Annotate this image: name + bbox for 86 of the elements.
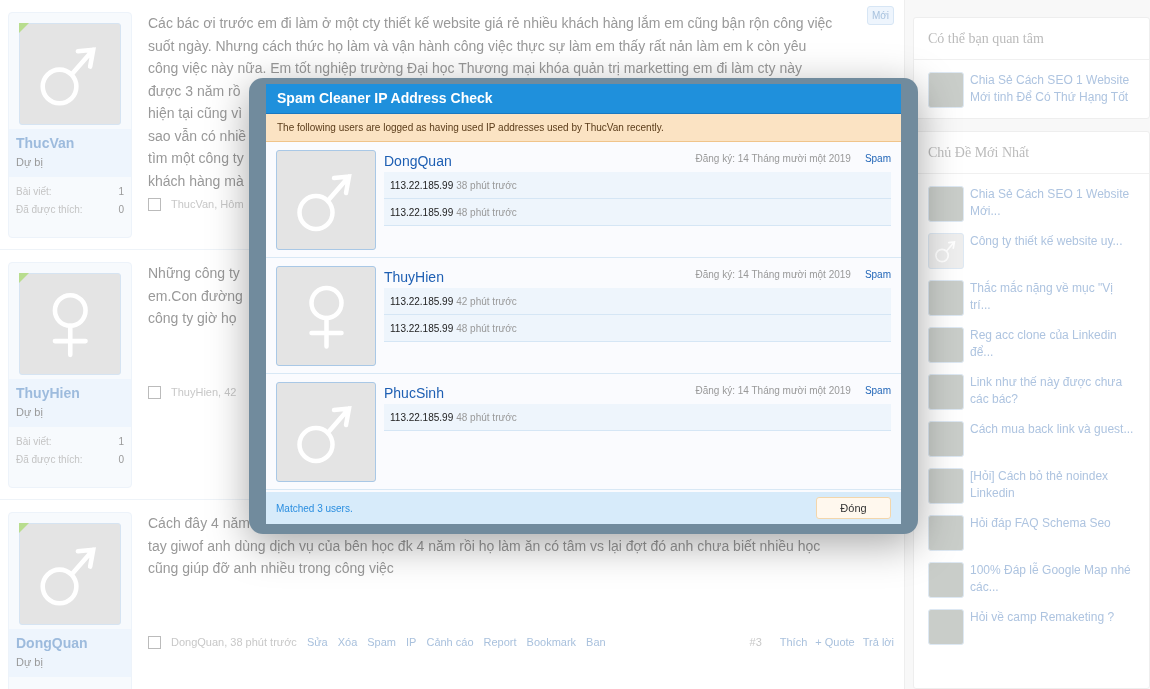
select-checkbox[interactable]: [148, 197, 161, 211]
ip-time: 42 phút trước: [456, 294, 517, 309]
username[interactable]: ThucVan: [16, 133, 124, 154]
post-text-line: Các bác ơi trước em đi làm ở một cty thiết kế website giá rẻ nhiều khách hàng lắm em cũng bận rộn công việc: [148, 14, 833, 33]
ip-time: 48 phút trước: [456, 205, 517, 220]
photo-placeholder: [928, 280, 964, 316]
topic-link[interactable]: Công ty thiết kế website uy...: [970, 233, 1123, 250]
stat-value: 0: [118, 452, 124, 467]
select-checkbox[interactable]: [148, 385, 161, 399]
spam-link[interactable]: Spam: [864, 267, 891, 282]
select-checkbox[interactable]: [148, 635, 161, 649]
post-action-link[interactable]: Cảnh cáo: [426, 634, 474, 651]
spam-link[interactable]: Spam: [864, 151, 891, 166]
post-text-line: suốt ngày. Nhưng cách thức họ làm và vận hành công việc thực sự làm em thấy rất nản làm em k còn yêu: [148, 36, 807, 56]
stat-value: 0: [118, 202, 124, 217]
post-text-line: Cách đây 4 năm: [148, 514, 250, 533]
new-badge: Mới: [866, 6, 894, 25]
post-text-line: tay giwof anh dùng dịch vụ của bên học đk 4 năm rồi họ làm ăn có tâm vs lại đợt đó anh chưa biết nhiều học: [148, 536, 821, 556]
post-text-line: được 3 năm rồ: [148, 81, 241, 101]
close-button[interactable]: Đóng: [816, 497, 891, 519]
ip-address: 113.22.185.99: [390, 205, 454, 220]
topic-link[interactable]: Reg acc clone của Linkedin để...: [970, 327, 1135, 361]
post-action-link[interactable]: Report: [483, 634, 517, 651]
ip-time: 48 phút trước: [456, 410, 517, 425]
topic-link[interactable]: Cách mua back link và guest...: [970, 421, 1134, 438]
ip-address: 113.22.185.99: [390, 410, 454, 425]
post-action-link[interactable]: Ban: [586, 634, 606, 651]
post-action-link[interactable]: Xóa: [337, 634, 358, 651]
dialog-notice: The following users are logged as having used IP addresses used by ThucVan recently.: [266, 114, 901, 142]
match-count: Matched 3 users.: [276, 501, 353, 516]
post-text-line: cũng giúp đỡ anh nhiều trong công việc: [148, 559, 394, 578]
user-link[interactable]: ThuyHien: [384, 267, 444, 288]
registration-date: Đăng ký: 14 Tháng mười một 2019: [695, 384, 851, 398]
post-action-link[interactable]: + Quote: [815, 634, 855, 651]
post-text-line: Những công ty: [148, 264, 240, 283]
user-rank: Dự bị: [16, 405, 44, 420]
spam-link[interactable]: Spam: [864, 383, 891, 398]
dialog-title: Spam Cleaner IP Address Check: [266, 84, 901, 114]
post-action-link[interactable]: Bookmark: [526, 634, 577, 651]
post-action-link[interactable]: Sửa: [306, 634, 328, 651]
ip-time: 48 phút trước: [456, 321, 517, 336]
post-text-line: khách hàng mà: [148, 171, 244, 191]
ip-address: 113.22.185.99: [390, 178, 454, 193]
stat-value: 1: [118, 434, 124, 449]
post-action-link[interactable]: Spam: [367, 634, 397, 651]
topic-link[interactable]: Thắc mắc nặng về mục "Vị trí...: [970, 280, 1135, 314]
photo-placeholder: [928, 562, 964, 598]
photo-placeholder: [928, 609, 964, 645]
topic-link[interactable]: [Hỏi] Cách bỏ thẻ noindex Linkedin: [970, 468, 1135, 502]
panel-title: Có thể bạn quan tâm: [914, 18, 1149, 60]
photo-placeholder: [928, 327, 964, 363]
post-text-line: sao vẫn có nhiề: [148, 126, 247, 146]
topic-link[interactable]: Hỏi về camp Remaketing ?: [970, 609, 1115, 626]
topic-link[interactable]: Hỏi đáp FAQ Schema Seo: [970, 515, 1111, 532]
ip-address: 113.22.185.99: [390, 321, 454, 336]
ip-time: 38 phút trước: [456, 178, 517, 193]
photo-placeholder: [928, 468, 964, 504]
photo-placeholder: [928, 72, 964, 108]
post-action-link[interactable]: IP: [406, 634, 417, 651]
photo-placeholder: [928, 421, 964, 457]
registration-date: Đăng ký: 14 Tháng mười một 2019: [695, 152, 851, 166]
username[interactable]: ThuyHien: [16, 383, 124, 404]
topic-link[interactable]: Chia Sẻ Cách SEO 1 Website Mới tinh Để Có Thứ Hạng Tốt: [970, 72, 1135, 106]
post-action-link[interactable]: Thích: [779, 634, 808, 651]
post-text-line: tìm một công ty: [148, 149, 244, 168]
user-rank: Dự bị: [16, 155, 44, 170]
post-text-line: công ty giờ họ: [148, 309, 237, 328]
stat-label: Bài viết:: [16, 434, 52, 449]
photo-placeholder: [928, 374, 964, 410]
stat-value: 1: [118, 184, 124, 199]
photo-placeholder: [928, 515, 964, 551]
username[interactable]: DongQuan: [16, 633, 124, 654]
post-text-line: công việc này nữa. Em tốt nghiệp trường Đại học Thương mại khóa quản trị marketting em đi làm cty này: [148, 59, 802, 78]
topic-link[interactable]: Chia Sẻ Cách SEO 1 Website Mới...: [970, 186, 1135, 220]
stat-label: Bài viết:: [16, 184, 52, 199]
post-text-line: hiện tại cũng vì: [148, 104, 243, 123]
topic-link[interactable]: 100% Đáp lễ Google Map nhé các...: [970, 562, 1135, 596]
photo-placeholder: [928, 186, 964, 222]
registration-date: Đăng ký: 14 Tháng mười một 2019: [695, 268, 851, 282]
topic-link[interactable]: Link như thế này được chưa các bác?: [970, 374, 1135, 408]
post-action-link[interactable]: Trả lời: [862, 634, 894, 651]
user-link[interactable]: DongQuan: [384, 151, 452, 172]
user-rank: Dự bị: [16, 655, 44, 670]
user-link[interactable]: PhucSinh: [384, 383, 444, 404]
ip-address: 113.22.185.99: [390, 294, 454, 309]
post-text-line: em.Con đường: [148, 286, 243, 306]
